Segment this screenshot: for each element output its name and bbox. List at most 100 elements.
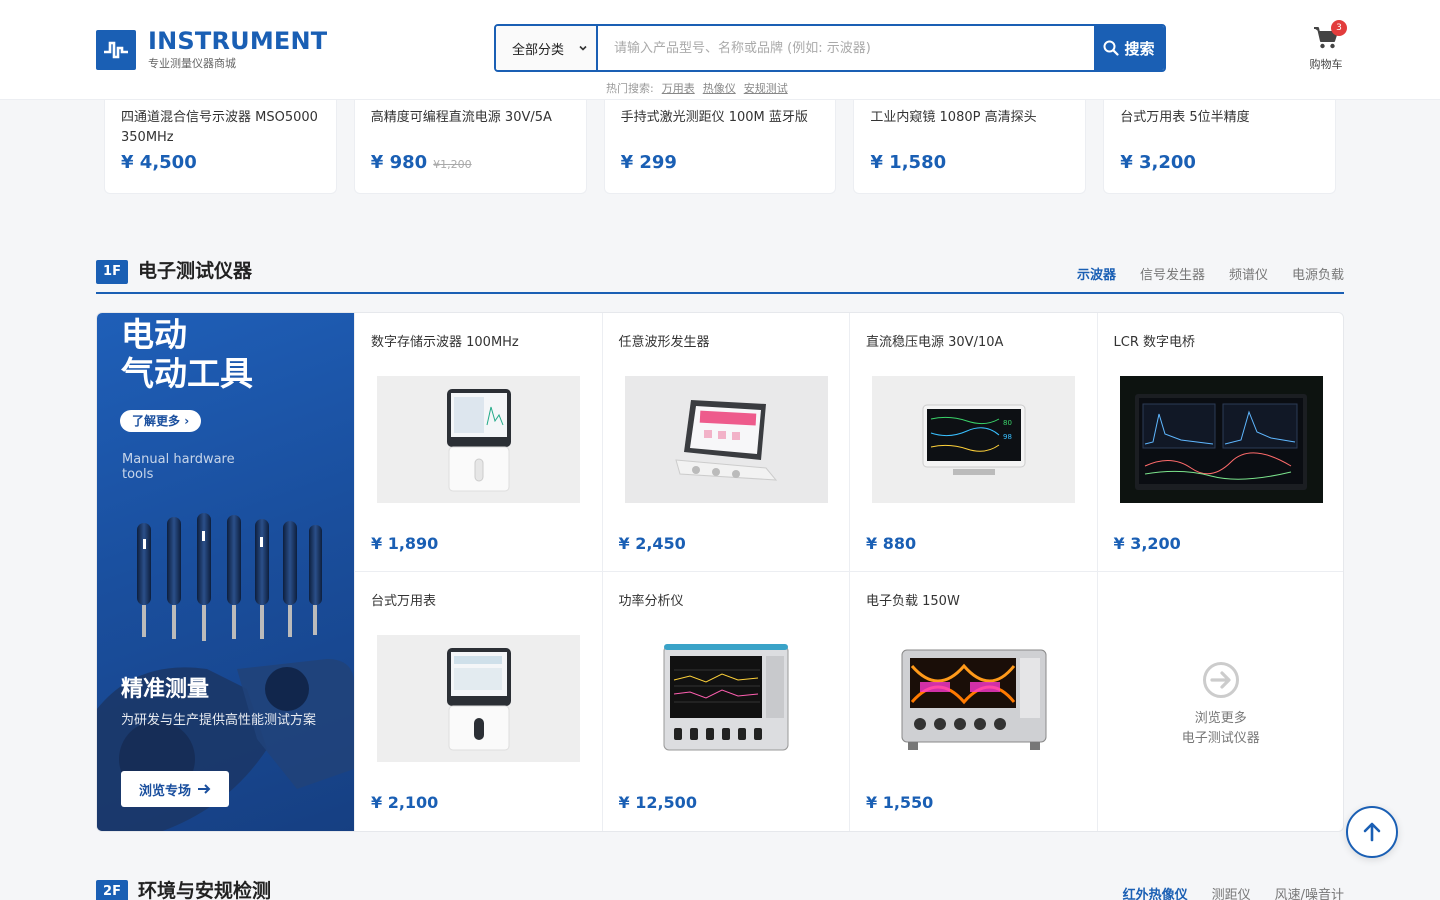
- product-card[interactable]: LCR 数字电桥 ¥ 3,200: [1096, 313, 1343, 572]
- svg-text:98: 98: [1003, 433, 1012, 441]
- product-price: ¥ 1,550: [866, 793, 934, 812]
- search-input[interactable]: [598, 26, 1094, 70]
- product-name: 工业内窥镜 1080P 高清探头: [870, 110, 1037, 125]
- floor-tab-anemometer[interactable]: 风速/噪音计: [1275, 884, 1344, 900]
- floor-tabs: 示波器 信号发生器 频谱仪 电源负载: [1077, 264, 1344, 283]
- product-price: ¥ 1,890: [371, 534, 439, 553]
- site-logo[interactable]: INSTRUMENT 专业测量仪器商城: [96, 28, 327, 72]
- strip-product-card[interactable]: 高精度可编程直流电源 30V/5A ¥ 980 ¥1,200: [353, 100, 587, 194]
- cart-count-badge: 3: [1331, 20, 1347, 36]
- product-image: [377, 376, 580, 503]
- floor-banner[interactable]: 电动 气动工具 了解更多 › Manual hardware tools 精准测…: [97, 313, 354, 831]
- banner-description: 为研发与生产提供高性能测试方案: [121, 713, 317, 728]
- product-name: 台式万用表: [371, 594, 437, 609]
- product-name: 手持式激光测距仪 100M 蓝牙版: [620, 110, 808, 125]
- banner-subtitle: 精准测量: [121, 677, 210, 702]
- waveform-logo-icon: [96, 30, 136, 70]
- product-card[interactable]: 功率分析仪 ¥ 12,500: [601, 572, 849, 831]
- product-price: ¥ 2,450: [618, 534, 686, 553]
- product-image: [872, 635, 1075, 762]
- floor-tab-oscilloscope[interactable]: 示波器: [1077, 264, 1116, 283]
- product-price: ¥ 3,200: [1113, 534, 1181, 553]
- search-button[interactable]: 搜索: [1094, 26, 1164, 70]
- product-name: 四通道混合信号示波器 MSO5000 350MHz: [121, 110, 318, 145]
- floor-badge: 1F: [96, 260, 128, 284]
- product-price: ¥ 2,100: [371, 793, 439, 812]
- search-icon: [1103, 40, 1120, 56]
- product-card[interactable]: 直流稳压电源 30V/10A 80 98 ¥ 880: [849, 313, 1097, 572]
- floor-title: 环境与安规检测: [138, 880, 272, 900]
- cart-label: 购物车: [1309, 58, 1343, 71]
- chevron-right-icon: ›: [184, 414, 190, 428]
- hot-search-term[interactable]: 热像仪: [703, 80, 736, 96]
- search-category-select[interactable]: 全部分类: [496, 26, 598, 70]
- strip-product-card[interactable]: 手持式激光测距仪 100M 蓝牙版 ¥ 299: [603, 100, 837, 194]
- product-price: ¥ 12,500: [618, 793, 697, 812]
- cart-icon: 3: [1313, 20, 1347, 50]
- floor-tab-thermal-imager[interactable]: 红外热像仪: [1123, 884, 1188, 900]
- search-bar: 全部分类 搜索: [494, 24, 1166, 72]
- banner-title: 电动 气动工具: [121, 315, 253, 393]
- browse-more-card[interactable]: 浏览更多 电子测试仪器: [1096, 572, 1343, 831]
- banner-learn-more[interactable]: 了解更多 ›: [120, 410, 202, 432]
- floor-tab-power-load[interactable]: 电源负载: [1292, 264, 1344, 283]
- product-name: 高精度可编程直流电源 30V/5A: [370, 110, 552, 125]
- svg-text:80: 80: [1003, 419, 1012, 427]
- cart-button[interactable]: 3 购物车: [1300, 20, 1352, 72]
- product-image: 80 98: [872, 376, 1075, 503]
- product-card[interactable]: 数字存储示波器 100MHz ¥ 1,890: [354, 313, 602, 572]
- featured-product-strip: 四通道混合信号示波器 MSO5000 350MHz ¥ 4,500 高精度可编程…: [104, 100, 1336, 194]
- product-price: ¥ 299: [620, 152, 677, 173]
- arrow-up-icon: [1363, 822, 1381, 842]
- arrow-circle-right-icon: [1202, 661, 1239, 698]
- hot-search-label: 热门搜索:: [606, 82, 654, 95]
- product-card[interactable]: 任意波形发生器 ¥ 2,450: [601, 313, 849, 572]
- logo-name: INSTRUMENT: [148, 27, 328, 55]
- banner-browse-button[interactable]: 浏览专场: [121, 771, 229, 807]
- banner-english-caption: Manual hardware tools: [122, 452, 235, 482]
- product-price: ¥ 3,200: [1120, 152, 1196, 173]
- product-name: LCR 数字电桥: [1113, 335, 1196, 350]
- strip-product-card[interactable]: 台式万用表 5位半精度 ¥ 3,200: [1103, 100, 1336, 194]
- floor-2-header: 2F 环境与安规检测 红外热像仪 测距仪 风速/噪音计: [96, 880, 1344, 900]
- product-name: 直流稳压电源 30V/10A: [866, 335, 1004, 350]
- product-grid: 数字存储示波器 100MHz ¥ 1,890 任意波形发生器 ¥ 2,450 直…: [354, 313, 1343, 831]
- arrow-right-icon: [198, 784, 211, 794]
- product-image: [624, 376, 828, 503]
- product-card[interactable]: 电子负载 150W ¥ 1,550: [849, 572, 1097, 831]
- product-image: [377, 635, 580, 762]
- floor-1-header: 1F 电子测试仪器 示波器 信号发生器 频谱仪 电源负载: [96, 260, 1344, 294]
- product-card[interactable]: 台式万用表 ¥ 2,100: [354, 572, 602, 831]
- browse-more-text: 浏览更多 电子测试仪器: [1181, 710, 1260, 746]
- floor-tab-spectrum-analyzer[interactable]: 频谱仪: [1229, 264, 1268, 283]
- product-name: 台式万用表 5位半精度: [1120, 110, 1250, 125]
- product-price: ¥ 1,580: [870, 152, 947, 173]
- product-image: [625, 635, 828, 762]
- site-header: INSTRUMENT 专业测量仪器商城 全部分类 搜索 热门搜索: 万用表 热像…: [0, 0, 1440, 100]
- floor-tabs: 红外热像仪 测距仪 风速/噪音计: [1123, 884, 1344, 900]
- product-name: 功率分析仪: [618, 594, 684, 609]
- floor-badge: 2F: [96, 880, 128, 900]
- product-price: ¥ 980 ¥1,200: [370, 152, 472, 173]
- back-to-top-button[interactable]: [1346, 806, 1398, 858]
- floor-1-body: 电动 气动工具 了解更多 › Manual hardware tools 精准测…: [96, 312, 1344, 832]
- product-price: ¥ 4,500: [121, 152, 197, 173]
- product-image: [1119, 376, 1323, 503]
- product-name: 任意波形发生器: [618, 335, 710, 350]
- strip-product-card[interactable]: 工业内窥镜 1080P 高清探头 ¥ 1,580: [853, 100, 1087, 194]
- hot-search-term[interactable]: 安规测试: [744, 80, 788, 96]
- strip-product-card[interactable]: 四通道混合信号示波器 MSO5000 350MHz ¥ 4,500: [104, 100, 337, 194]
- product-price: ¥ 880: [866, 534, 917, 553]
- logo-subtitle: 专业测量仪器商城: [148, 57, 236, 70]
- hot-searches: 热门搜索: 万用表 热像仪 安规测试: [606, 80, 788, 96]
- product-old-price: ¥1,200: [433, 158, 472, 171]
- hot-search-term[interactable]: 万用表: [662, 80, 695, 96]
- floor-tab-rangefinder[interactable]: 测距仪: [1212, 884, 1251, 900]
- search-category-label: 全部分类: [512, 42, 565, 58]
- floor-tab-signal-generator[interactable]: 信号发生器: [1140, 264, 1205, 283]
- product-name: 电子负载 150W: [866, 594, 960, 609]
- floor-title: 电子测试仪器: [138, 260, 253, 282]
- search-button-label: 搜索: [1124, 39, 1155, 58]
- product-name: 数字存储示波器 100MHz: [371, 335, 519, 350]
- chevron-down-icon: [579, 45, 587, 51]
